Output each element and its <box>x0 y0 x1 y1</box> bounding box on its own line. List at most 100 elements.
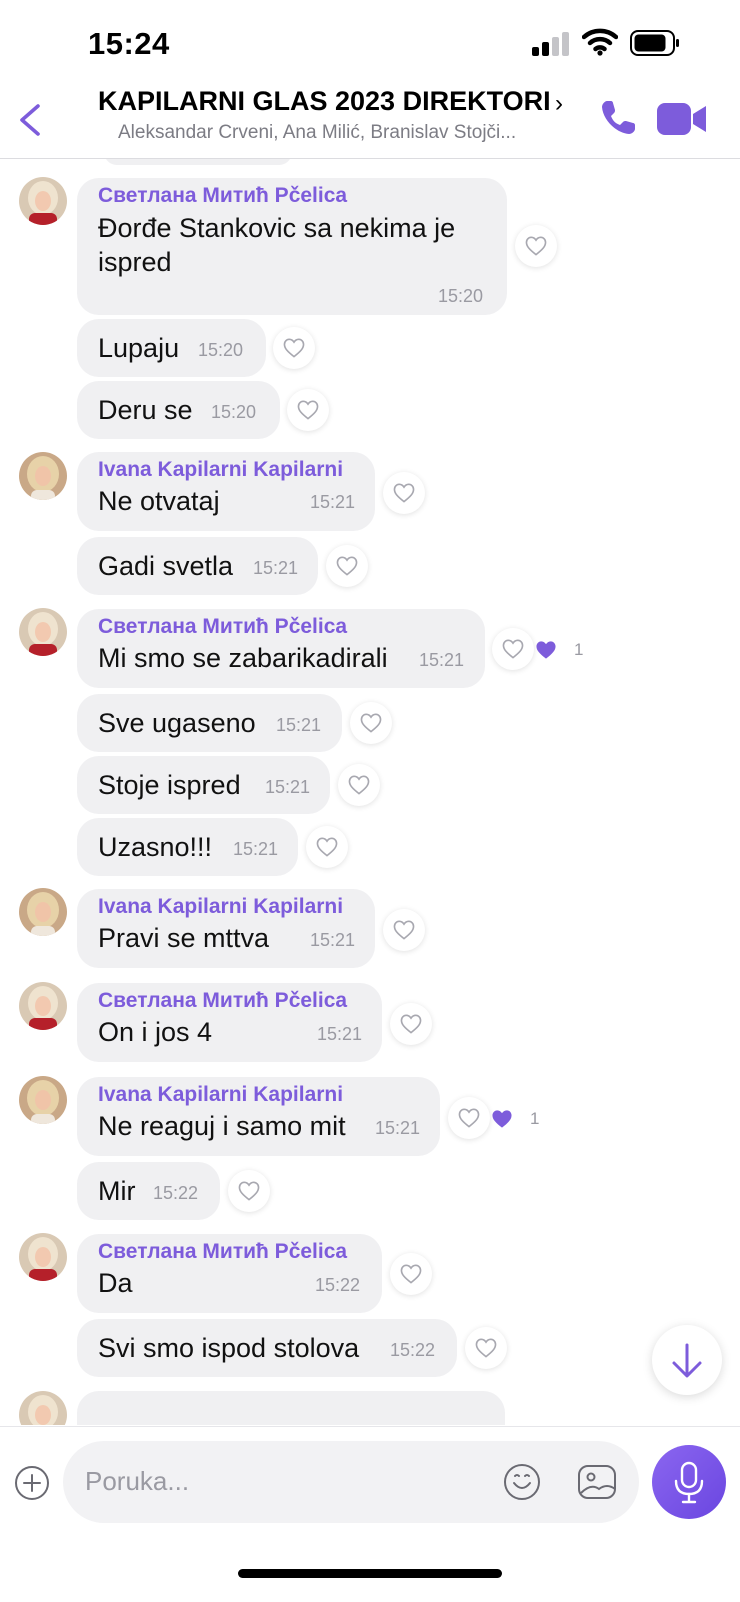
message-text: Mi smo se zabarikadirali <box>98 643 388 673</box>
message-bubble[interactable]: Светлана Митић Pčelica Da 15:22 <box>77 1234 382 1313</box>
heart-icon <box>393 920 415 940</box>
message-bubble-partial <box>104 159 292 165</box>
message-bubble[interactable]: Uzasno!!! 15:21 <box>77 818 298 876</box>
like-button[interactable] <box>228 1170 270 1212</box>
like-button[interactable] <box>338 764 380 806</box>
message-bubble[interactable]: Светлана Митић Pčelica On i jos 4 15:21 <box>77 983 382 1062</box>
like-button[interactable] <box>273 327 315 369</box>
phone-icon[interactable] <box>598 98 638 138</box>
message-bubble[interactable]: Ivana Kapilarni Kapilarni Ne reaguj i sa… <box>77 1077 440 1156</box>
like-button[interactable] <box>390 1003 432 1045</box>
like-button[interactable] <box>448 1097 490 1139</box>
like-button[interactable] <box>492 628 534 670</box>
heart-icon <box>400 1014 422 1034</box>
message-text: Ne otvataj <box>98 486 220 516</box>
gallery-icon[interactable] <box>577 1463 617 1501</box>
message-time: 15:21 <box>265 777 311 797</box>
avatar[interactable] <box>19 982 67 1030</box>
emoji-icon[interactable] <box>501 1461 543 1503</box>
message-input[interactable]: Poruka... <box>63 1441 639 1523</box>
message-text: Đorđe Stankovic sa nekima je <box>98 213 456 243</box>
scroll-to-bottom-button[interactable] <box>652 1325 722 1395</box>
like-button[interactable] <box>383 909 425 951</box>
like-button[interactable] <box>390 1253 432 1295</box>
message-time: 15:21 <box>317 1024 363 1044</box>
sender-name: Ivana Kapilarni Kapilarni <box>98 458 344 481</box>
sender-name: Светлана Митић Pčelica <box>98 989 348 1012</box>
back-icon[interactable] <box>14 100 54 140</box>
avatar[interactable] <box>19 888 67 936</box>
message-text: Svi smo ispod stolova <box>98 1333 360 1363</box>
sender-name: Светлана Митић Pčelica <box>98 1240 348 1263</box>
heart-icon <box>297 400 319 420</box>
message-text: Sve ugaseno <box>98 708 256 738</box>
heart-icon <box>393 483 415 503</box>
arrow-down-icon <box>672 1343 702 1378</box>
voice-message-button[interactable] <box>652 1445 726 1519</box>
message-bubble[interactable]: Lupaju 15:20 <box>77 319 266 377</box>
avatar[interactable] <box>19 1233 67 1281</box>
message-bubble[interactable]: Svi smo ispod stolova 15:22 <box>77 1319 457 1377</box>
heart-icon <box>525 236 547 256</box>
message-list[interactable]: Светлана Митић Pčelica Đorđe Stankovic s… <box>0 159 740 1425</box>
message-time: 15:21 <box>276 715 322 735</box>
message-bubble[interactable]: Deru se 15:20 <box>77 381 280 439</box>
message-bubble[interactable]: Светлана Митић Pčelica Đorđe Stankovic s… <box>77 178 507 315</box>
sender-name: Ivana Kapilarni Kapilarni <box>98 1083 344 1106</box>
heart-icon <box>502 639 524 659</box>
message-time: 15:22 <box>390 1340 436 1360</box>
message-text: Gadi svetla <box>98 551 234 581</box>
sender-name: Ivana Kapilarni Kapilarni <box>98 895 344 918</box>
heart-icon <box>400 1264 422 1284</box>
message-text: Deru se <box>98 395 193 425</box>
message-bubble[interactable]: Ivana Kapilarni Kapilarni Ne otvataj 15:… <box>77 452 375 531</box>
microphone-icon <box>674 1461 704 1504</box>
like-button[interactable] <box>287 389 329 431</box>
like-button[interactable] <box>383 472 425 514</box>
avatar[interactable] <box>19 452 67 500</box>
message-bubble[interactable]: Sve ugaseno 15:21 <box>77 694 342 752</box>
like-button[interactable] <box>326 545 368 587</box>
message-bubble[interactable]: Mir 15:22 <box>77 1162 220 1220</box>
message-bubble[interactable]: Gadi svetla 15:21 <box>77 537 318 595</box>
avatar[interactable] <box>19 608 67 656</box>
like-button[interactable] <box>515 225 557 267</box>
plus-icon[interactable] <box>14 1465 50 1501</box>
chat-header: KAPILARNI GLAS 2023 DIREKTORI › Aleksand… <box>0 80 740 159</box>
status-bar: 15:24 <box>0 0 740 80</box>
message-time: 15:21 <box>233 839 279 859</box>
message-bubble[interactable]: Stoje ispred 15:21 <box>77 756 330 814</box>
battery-icon <box>630 30 679 56</box>
chat-members[interactable]: Aleksandar Crveni, Ana Milić, Branislav … <box>118 122 568 144</box>
message-bubble-partial[interactable] <box>77 1391 505 1425</box>
signal-icon <box>532 32 572 56</box>
message-text: On i jos 4 <box>98 1017 213 1047</box>
message-text: Mir <box>98 1176 136 1206</box>
message-bubble[interactable]: Ivana Kapilarni Kapilarni Pravi se mttva… <box>77 889 375 968</box>
message-time: 15:20 <box>198 340 244 360</box>
video-call-icon[interactable] <box>656 100 708 138</box>
like-button[interactable] <box>306 826 348 868</box>
message-time: 15:22 <box>153 1183 199 1203</box>
chevron-right-icon[interactable]: › <box>555 90 563 118</box>
heart-icon <box>475 1338 497 1358</box>
message-time: 15:21 <box>375 1118 421 1138</box>
chat-title[interactable]: KAPILARNI GLAS 2023 DIREKTORI <box>98 86 551 117</box>
liked-heart-icon <box>535 640 557 660</box>
message-bubble[interactable]: Светлана Митић Pčelica Mi smo se zabarik… <box>77 609 485 688</box>
like-button[interactable] <box>465 1327 507 1369</box>
message-text: ispred <box>98 247 172 277</box>
avatar[interactable] <box>19 1076 67 1124</box>
home-indicator <box>238 1569 502 1578</box>
message-text: Lupaju <box>98 333 180 363</box>
heart-icon <box>283 338 305 358</box>
message-time: 15:21 <box>419 650 465 670</box>
avatar[interactable] <box>19 177 67 225</box>
message-time: 15:21 <box>253 558 299 578</box>
like-count: 1 <box>530 1109 540 1128</box>
message-time: 15:20 <box>438 286 484 306</box>
message-text: Da <box>98 1268 133 1298</box>
like-button[interactable] <box>350 702 392 744</box>
heart-icon <box>238 1181 260 1201</box>
avatar[interactable] <box>19 1391 67 1425</box>
